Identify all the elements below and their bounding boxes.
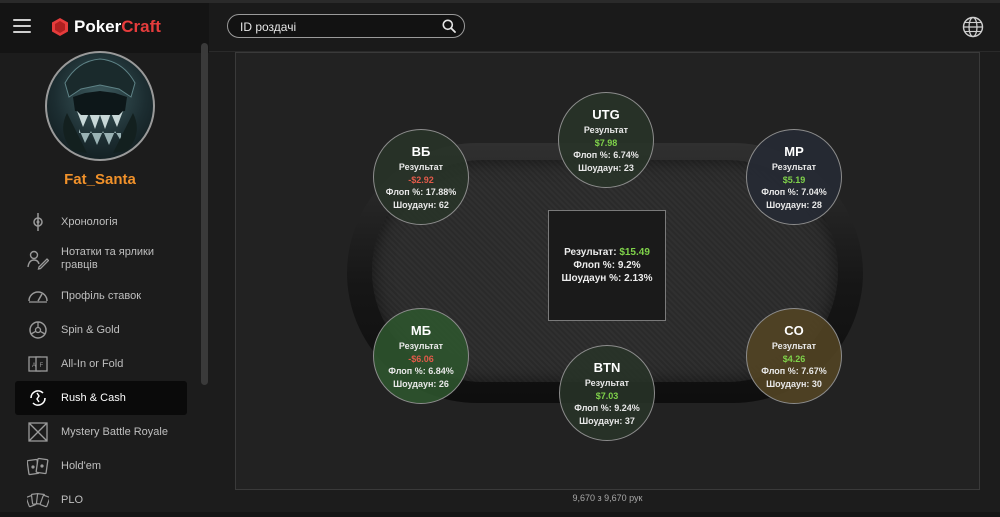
seat-position: UTG bbox=[592, 107, 620, 122]
seat-flop: Флоп %: 6.74% bbox=[573, 150, 639, 160]
sidebar-item-label: Hold'em bbox=[61, 459, 102, 472]
summary-result: Результат: $15.49 bbox=[564, 246, 650, 259]
sidebar-item-timeline[interactable]: Хронологія bbox=[15, 205, 187, 239]
summary-showdown-value: 2.13% bbox=[624, 273, 653, 284]
seat-flop: Флоп %: 6.84% bbox=[388, 366, 454, 376]
pokercraft-logo[interactable]: Poker Craft bbox=[52, 16, 161, 38]
gauge-icon bbox=[28, 291, 48, 303]
seat-bb[interactable]: ВБ Результат -$2.92 Флоп %: 17.88% Шоуда… bbox=[373, 129, 469, 225]
sidebar-item-label: Нотатки та ярлики гравців bbox=[61, 246, 154, 271]
sidebar-item-all-in-or-fold[interactable]: A F All-In or Fold bbox=[15, 347, 187, 381]
sidebar-item-notes[interactable]: Нотатки та ярлики гравців bbox=[15, 239, 187, 279]
seat-showdown: Шоудаун: 23 bbox=[578, 162, 634, 173]
seat-flop: Флоп %: 7.04% bbox=[761, 187, 827, 197]
summary-flop: Флоп %: 9.2% bbox=[573, 259, 640, 272]
hands-count: 9,670 з 9,670 рук bbox=[572, 493, 643, 503]
seat-result-label: Результат bbox=[398, 162, 444, 172]
seat-flop: Флоп %: 7.67% bbox=[761, 366, 827, 376]
seat-result-value: $7.98 bbox=[594, 137, 618, 148]
logo-gem-icon bbox=[52, 18, 68, 36]
seat-sb[interactable]: МБ Результат -$6.06 Флоп %: 6.84% Шоудау… bbox=[373, 308, 469, 404]
sidebar-item-label: PLO bbox=[61, 493, 84, 506]
svg-text:A: A bbox=[32, 363, 36, 369]
seat-showdown: Шоудаун: 30 bbox=[766, 378, 822, 389]
sidebar-item-label: Rush & Cash bbox=[61, 391, 126, 404]
seat-utg[interactable]: UTG Результат $7.98 Флоп %: 6.74% Шоудау… bbox=[558, 92, 654, 188]
seat-result-label: Результат bbox=[771, 162, 817, 172]
seat-result-label: Результат bbox=[584, 378, 630, 388]
seat-showdown: Шоудаун: 62 bbox=[393, 199, 449, 210]
summary-showdown-label: Шоудаун %: bbox=[561, 273, 622, 284]
seat-position: МБ bbox=[410, 323, 432, 338]
seat-result-label: Результат bbox=[583, 125, 629, 135]
summary-result-value: $15.49 bbox=[619, 247, 650, 258]
notes-icon bbox=[27, 250, 49, 270]
sidebar-item-holdem[interactable]: Hold'em bbox=[15, 449, 187, 483]
sidebar-item-label: Spin & Gold bbox=[61, 323, 120, 336]
summary-box: Результат: $15.49 Флоп %: 9.2% Шоудаун %… bbox=[548, 210, 666, 321]
rush-icon bbox=[30, 390, 46, 406]
seat-result-value: $5.19 bbox=[782, 174, 806, 185]
sidebar-item-rush-cash[interactable]: Rush & Cash bbox=[15, 381, 187, 415]
sidebar-item-spin-gold[interactable]: Spin & Gold bbox=[15, 313, 187, 347]
sidebar-item-label: Mystery Battle Royale bbox=[61, 425, 168, 438]
sidebar-item-label: All-In or Fold bbox=[61, 357, 124, 370]
svg-text:F: F bbox=[40, 363, 44, 369]
seat-result-label: Результат bbox=[771, 341, 817, 351]
hamburger-menu-icon[interactable] bbox=[13, 19, 31, 33]
globe-icon[interactable] bbox=[962, 16, 984, 38]
seat-btn[interactable]: BTN Результат $7.03 Флоп %: 9.24% Шоудау… bbox=[559, 345, 655, 441]
timeline-icon bbox=[33, 213, 43, 231]
logo-text-craft: Craft bbox=[121, 17, 161, 36]
seat-position: MP bbox=[784, 144, 804, 159]
seat-co[interactable]: CO Результат $4.26 Флоп %: 7.67% Шоудаун… bbox=[746, 308, 842, 404]
seat-flop: Флоп %: 9.24% bbox=[574, 403, 640, 413]
seat-showdown: Шоудаун: 28 bbox=[766, 199, 822, 210]
seat-mp[interactable]: MP Результат $5.19 Флоп %: 7.04% Шоудаун… bbox=[746, 129, 842, 225]
summary-flop-value: 9.2% bbox=[617, 260, 641, 271]
search-box bbox=[227, 14, 465, 39]
sidebar-item-label: Хронологія bbox=[61, 215, 118, 228]
spin-icon bbox=[29, 321, 47, 339]
cards-icon bbox=[27, 457, 49, 476]
seat-showdown: Шоудаун: 37 bbox=[579, 415, 635, 426]
seat-result-value: $7.03 bbox=[595, 390, 619, 401]
seat-showdown: Шоудаун: 26 bbox=[393, 378, 449, 389]
username: Fat_Santa bbox=[64, 171, 136, 188]
sidebar-header: Poker Craft bbox=[0, 3, 209, 53]
seat-result-value: -$2.92 bbox=[408, 174, 434, 185]
search-input[interactable] bbox=[238, 15, 432, 39]
sidebar-scrollbar[interactable] bbox=[201, 43, 208, 385]
seat-result-value: -$6.06 bbox=[408, 353, 434, 364]
sidebar-item-bet-profile[interactable]: Профіль ставок bbox=[15, 279, 187, 313]
summary-flop-label: Флоп %: bbox=[573, 260, 616, 271]
sidebar-item-label: Профіль ставок bbox=[61, 289, 142, 302]
search-icon[interactable] bbox=[442, 19, 456, 33]
seat-position: CO bbox=[784, 323, 804, 338]
mystery-icon bbox=[28, 422, 48, 442]
top-bar bbox=[209, 3, 1000, 52]
summary-result-label: Результат: bbox=[564, 247, 617, 258]
avatar-image bbox=[63, 58, 137, 153]
sidebar-item-mystery-battle-royale[interactable]: Mystery Battle Royale bbox=[15, 415, 187, 449]
summary-showdown: Шоудаун %: 2.13% bbox=[562, 272, 653, 285]
sidebar: Poker Craft Fat_Santa Хронологія Нотатки… bbox=[0, 3, 209, 512]
plo-icon bbox=[27, 493, 49, 508]
allin-icon: A F bbox=[28, 356, 48, 372]
seat-result-value: $4.26 bbox=[782, 353, 806, 364]
logo-text-poker: Poker bbox=[74, 17, 122, 36]
seat-position: BTN bbox=[593, 360, 621, 375]
seat-result-label: Результат bbox=[398, 341, 444, 351]
seat-flop: Флоп %: 17.88% bbox=[385, 187, 457, 197]
avatar[interactable] bbox=[45, 51, 155, 161]
sidebar-nav: Хронологія Нотатки та ярлики гравців Про… bbox=[15, 205, 187, 517]
seat-position: ВБ bbox=[411, 144, 431, 159]
